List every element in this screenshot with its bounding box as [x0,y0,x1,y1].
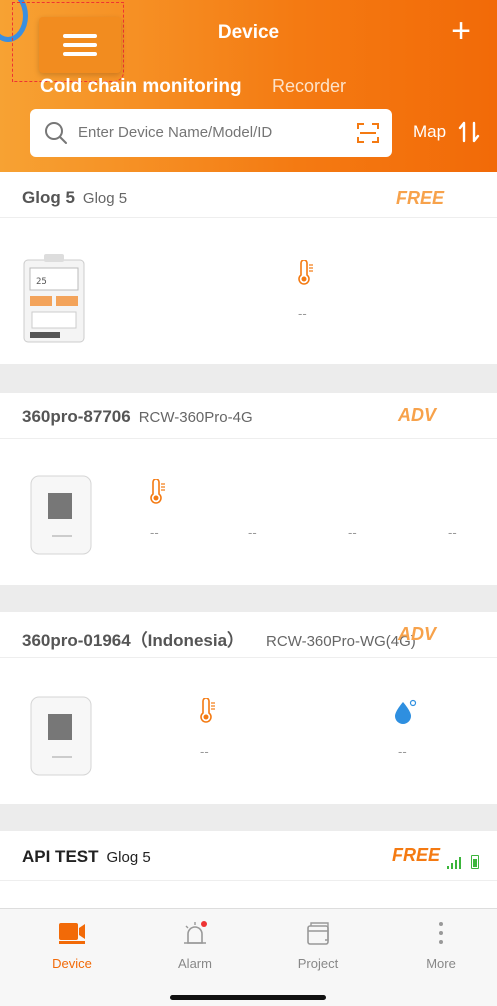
tab-device[interactable]: Device [10,909,134,979]
device-name-text: 360pro-87706 [22,407,131,426]
reading-3: -- [348,525,357,540]
glog-device-image: 25 [23,254,85,343]
add-device-button[interactable]: + [451,14,471,48]
reading-4: -- [448,525,457,540]
device-card[interactable]: Glog 5 Glog 5 FREE 25 -- [0,172,497,364]
tab-alarm[interactable]: Alarm [133,909,257,979]
device-card-header: 360pro-01964（Indonesia） RCW-360Pro-WG(4G)… [0,612,497,658]
device-model: RCW-360Pro-WG(4G) [266,633,416,650]
device-name: API TEST Glog 5 [22,847,151,867]
rcw-device-image [30,475,92,555]
tab-label: More [426,956,456,971]
camera-icon [59,923,85,944]
device-card[interactable]: 360pro-01964（Indonesia） RCW-360Pro-WG(4G)… [0,612,497,804]
device-model: RCW-360Pro-4G [138,409,253,426]
device-model: Glog 5 [106,849,151,866]
device-name-text: Glog 5 [22,188,75,207]
device-card-header: 360pro-87706 RCW-360Pro-4G ADV [0,393,497,439]
thermometer-icon [150,479,165,504]
device-card[interactable]: 360pro-87706 RCW-360Pro-4G ADV -- -- -- -… [0,393,497,585]
tab-project[interactable]: Project [256,909,380,979]
device-name-text: API TEST [22,847,99,866]
map-button[interactable]: Map [413,122,446,142]
device-model: Glog 5 [82,190,128,207]
thermometer-icon [200,698,215,723]
tab-cold-chain-monitoring[interactable]: Cold chain monitoring [40,76,242,98]
plan-badge: FREE [392,845,441,865]
search-icon [45,122,67,144]
sort-icon[interactable] [458,120,480,144]
thermometer-icon [298,260,313,285]
page-title: Device [217,22,280,43]
device-card-header: Glog 5 Glog 5 FREE [0,172,497,218]
bottom-tab-bar: Device Alarm Project More [0,908,497,1006]
device-name: 360pro-87706 RCW-360Pro-4G [22,407,253,427]
alarm-icon [184,921,207,944]
home-indicator [170,995,326,1000]
signal-icon [447,857,461,869]
humidity-icon [395,699,417,724]
svg-text:25: 25 [36,277,47,287]
device-name: 360pro-01964（Indonesia） RCW-360Pro-WG(4G) [22,626,416,651]
rcw-device-image [30,696,92,776]
plan-badge: ADV [398,624,437,644]
scan-icon[interactable] [356,121,380,145]
search-input[interactable] [78,109,348,157]
plan-badge: ADV [398,405,437,425]
tab-label: Project [297,956,339,971]
temperature-reading: -- [200,744,209,759]
device-card-header: API TEST Glog 5 FREE [0,831,497,881]
device-name: Glog 5 Glog 5 [22,188,127,208]
humidity-reading: -- [398,744,407,759]
plan-badge: FREE [396,188,445,208]
tab-more[interactable]: More [379,909,497,979]
battery-icon [471,855,479,869]
tab-label: Device [52,956,92,971]
device-name-text: 360pro-01964（Indonesia） [22,631,245,650]
device-card[interactable]: API TEST Glog 5 FREE [0,831,497,908]
project-icon [307,922,329,945]
reading-1: -- [150,525,159,540]
reading-2: -- [248,525,257,540]
tab-recorder[interactable]: Recorder [272,76,346,97]
app-header: Device + Cold chain monitoring Recorder … [0,0,497,172]
search-box[interactable] [30,109,392,157]
temperature-reading: -- [298,306,307,321]
tab-label: Alarm [178,956,212,971]
more-icon [439,922,443,944]
